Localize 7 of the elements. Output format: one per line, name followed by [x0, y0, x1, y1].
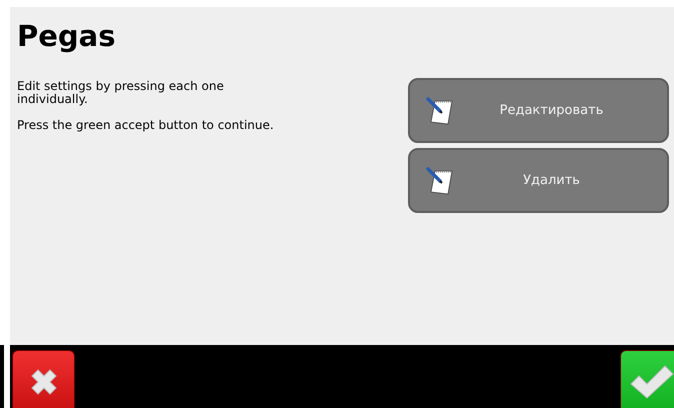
action-button[interactable]: Редактировать	[408, 78, 669, 143]
instruction-text: Edit settings by pressing each one individually.	[17, 80, 225, 106]
accept-button[interactable]	[620, 350, 674, 408]
instruction-text: Press the green accept button to continue.	[17, 119, 275, 132]
cancel-button[interactable]	[12, 350, 75, 408]
action-button[interactable]: Удалить	[408, 148, 669, 213]
page-title: Pegas	[17, 19, 117, 55]
